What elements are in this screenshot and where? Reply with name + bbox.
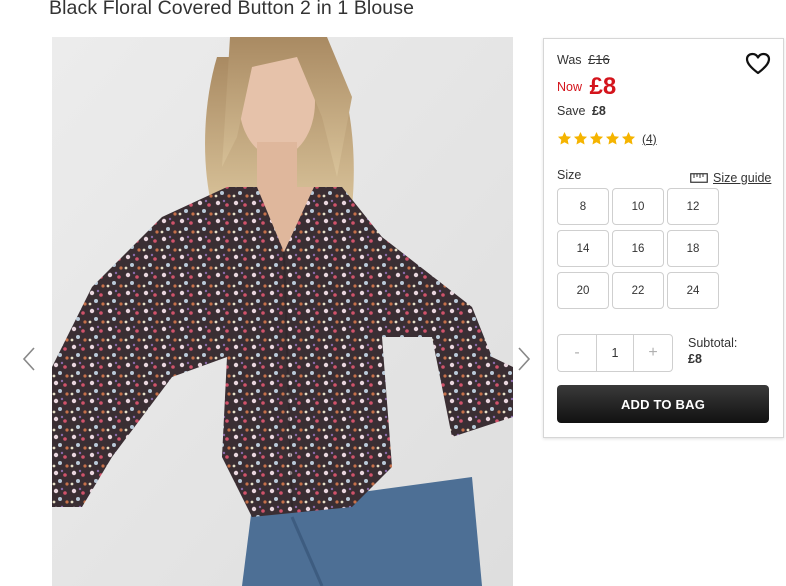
heart-icon [745, 52, 771, 75]
subtotal: Subtotal: £8 [688, 335, 737, 367]
size-option-10[interactable]: 10 [612, 188, 664, 225]
save-amount: £8 [591, 104, 606, 118]
product-title: Black Floral Covered Button 2 in 1 Blous… [49, 0, 415, 19]
was-price-row: Was £16 [557, 52, 610, 67]
quantity-input[interactable]: 1 [596, 335, 634, 371]
size-guide-link[interactable]: Size guide [690, 171, 771, 185]
star-icon [589, 131, 604, 145]
size-option-14[interactable]: 14 [557, 230, 609, 267]
size-option-20[interactable]: 20 [557, 272, 609, 309]
star-icon [605, 131, 620, 145]
subtotal-amount: £8 [688, 352, 702, 366]
product-photo [52, 37, 513, 586]
wishlist-button[interactable] [745, 52, 771, 76]
now-price-row: Now £8 [557, 73, 616, 101]
size-option-8[interactable]: 8 [557, 188, 609, 225]
quantity-decrease-button[interactable]: - [558, 335, 596, 371]
gallery-next-button[interactable] [517, 346, 531, 372]
size-option-12[interactable]: 12 [667, 188, 719, 225]
quantity-stepper: - 1 + [557, 334, 673, 372]
size-label: Size [557, 168, 582, 182]
now-price: £8 [589, 73, 617, 100]
was-price: £16 [588, 52, 610, 67]
ruler-icon [690, 173, 708, 183]
chevron-right-icon [518, 347, 531, 371]
rating: (4) [557, 131, 657, 146]
review-count-link[interactable]: (4) [642, 132, 657, 146]
now-label: Now [557, 80, 583, 94]
chevron-left-icon [22, 347, 35, 371]
product-image[interactable] [52, 37, 513, 586]
star-icon [621, 131, 636, 145]
size-option-22[interactable]: 22 [612, 272, 664, 309]
add-to-bag-button[interactable]: ADD TO BAG [557, 385, 769, 423]
size-options: 8 10 12 14 16 18 20 22 24 [557, 188, 719, 309]
was-label: Was [557, 53, 582, 67]
star-icon [557, 131, 572, 145]
size-guide-label: Size guide [713, 171, 772, 185]
gallery-prev-button[interactable] [22, 346, 36, 372]
quantity-increase-button[interactable]: + [634, 335, 672, 371]
star-icon [573, 131, 588, 145]
size-option-24[interactable]: 24 [667, 272, 719, 309]
subtotal-label: Subtotal: [688, 336, 738, 350]
save-label: Save [557, 104, 586, 118]
save-row: Save £8 [557, 104, 606, 118]
size-option-16[interactable]: 16 [612, 230, 664, 267]
size-option-18[interactable]: 18 [667, 230, 719, 267]
purchase-panel: Was £16 Now £8 Save £8 (4) Size Size gui… [543, 38, 784, 438]
